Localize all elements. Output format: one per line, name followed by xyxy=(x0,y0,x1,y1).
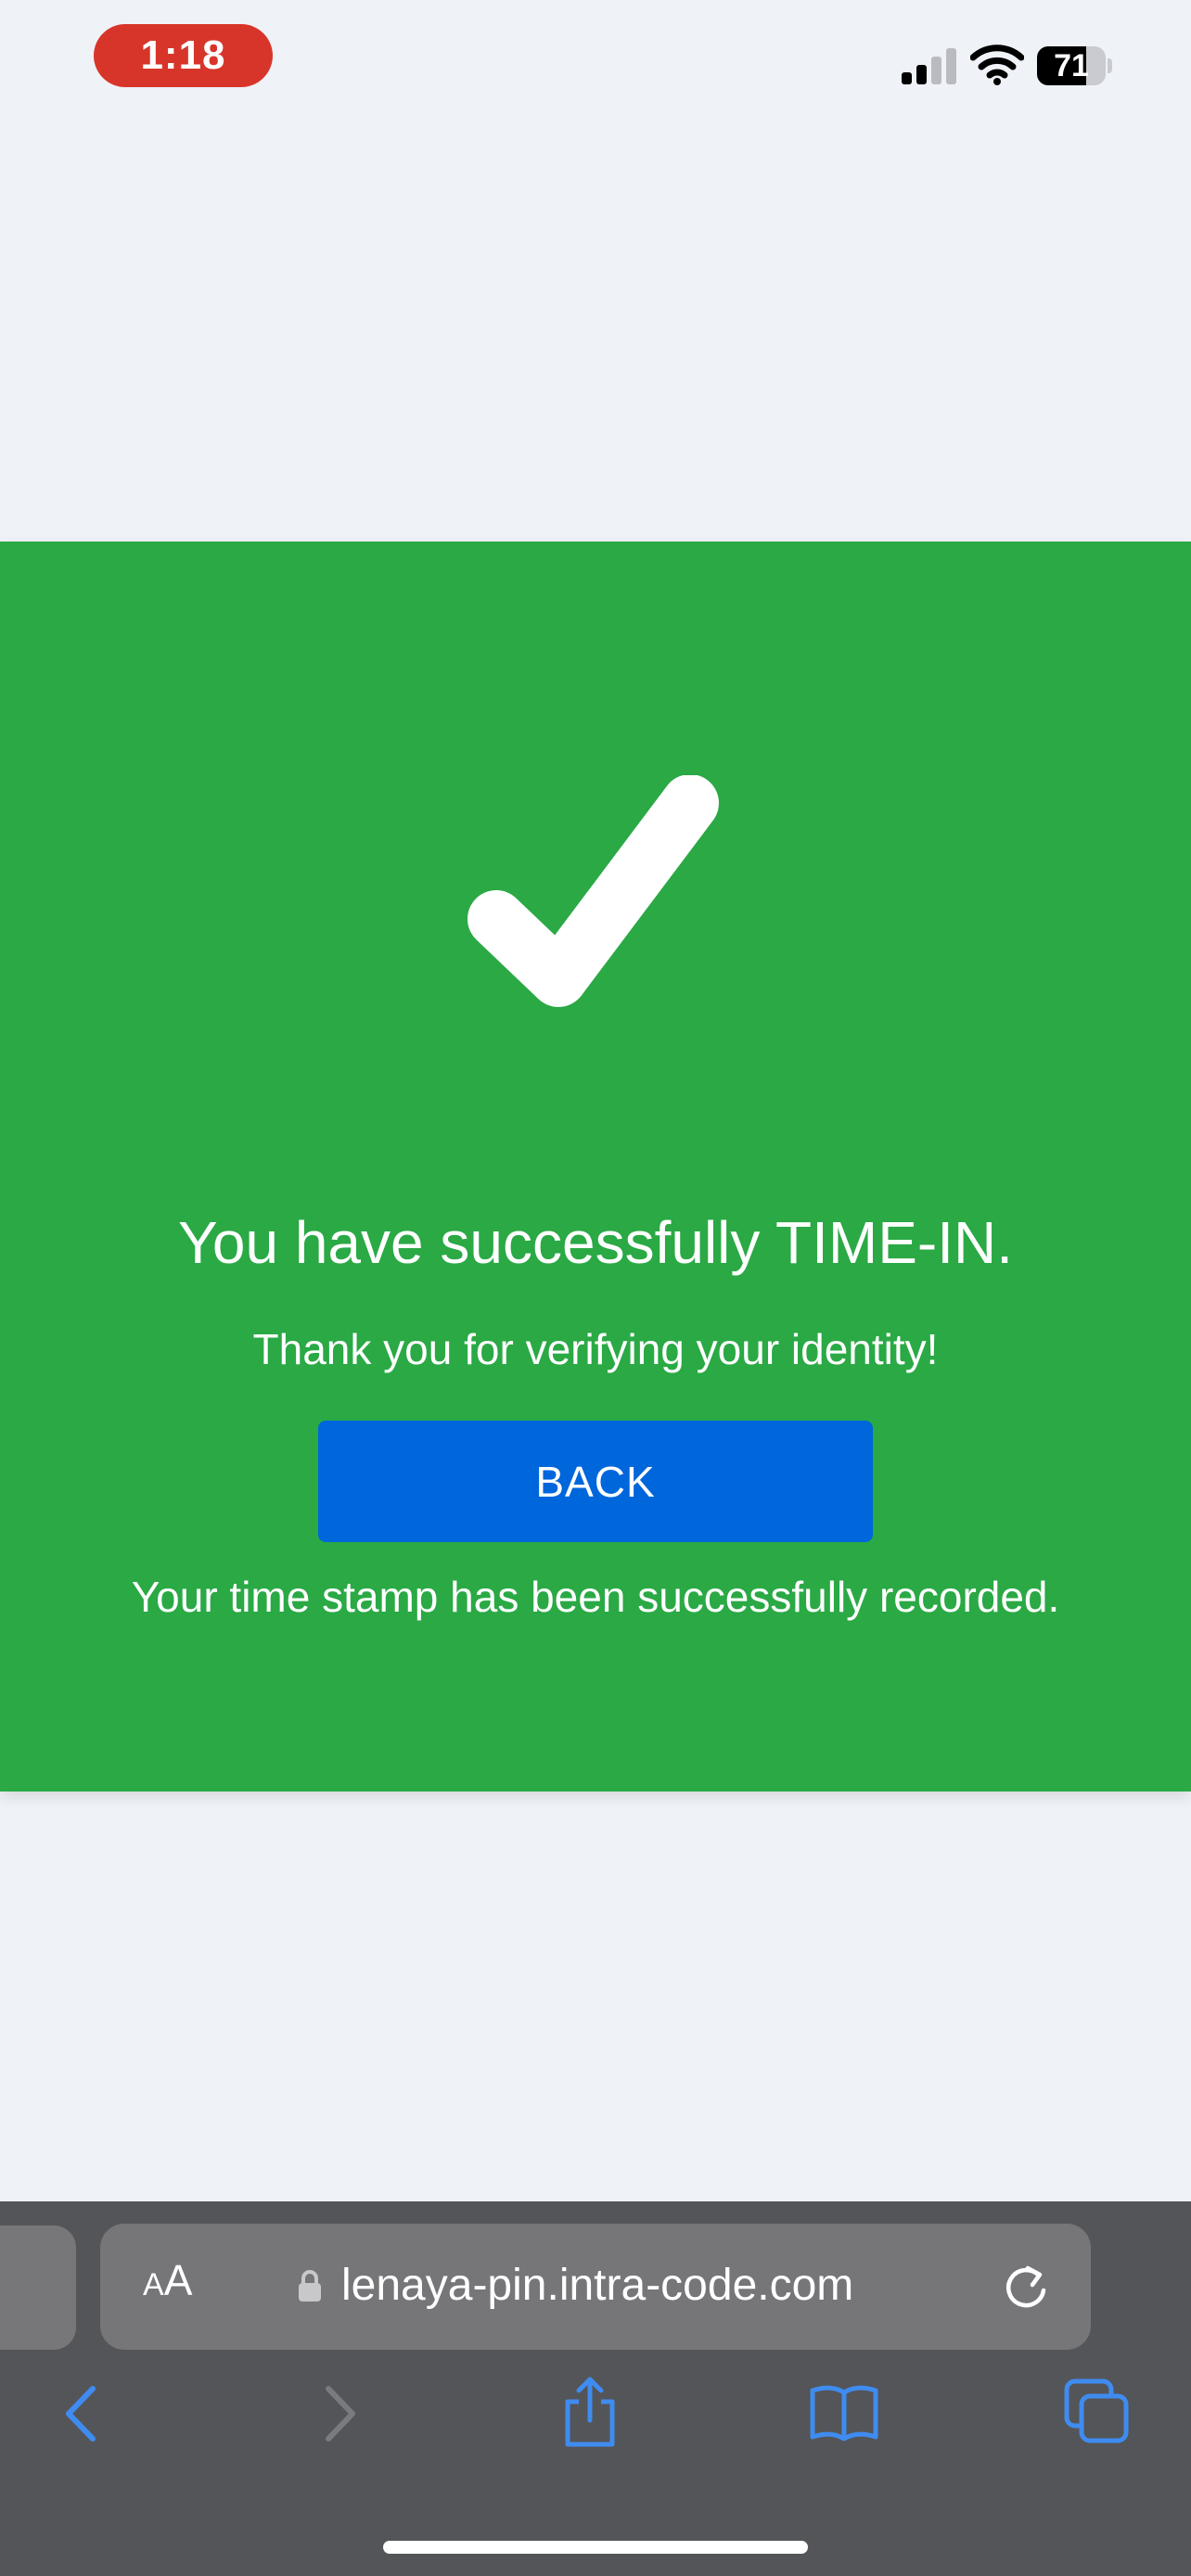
tabs-icon[interactable] xyxy=(1063,2378,1130,2444)
battery-body: 71 xyxy=(1037,46,1106,85)
back-icon[interactable] xyxy=(59,2383,102,2444)
timestamp-note: Your time stamp has been successfully re… xyxy=(131,1573,1060,1621)
back-button[interactable]: BACK xyxy=(318,1421,873,1542)
text-size-small-a: A xyxy=(143,2267,164,2302)
wifi-icon xyxy=(970,45,1024,85)
status-time[interactable]: 1:18 xyxy=(94,24,273,87)
status-bar: 1:18 71 xyxy=(0,0,1191,121)
text-size-button[interactable]: A A xyxy=(143,2255,192,2318)
bookmarks-icon[interactable] xyxy=(809,2383,879,2442)
reload-icon[interactable] xyxy=(1002,2263,1050,2311)
battery-tip xyxy=(1108,58,1112,73)
signal-icon xyxy=(902,48,956,84)
screen: 1:18 71 You have successfully TIME-IN. T… xyxy=(0,0,1191,2576)
browser-bar: A A lenaya-pin.intra-code.com xyxy=(0,2201,1191,2576)
battery-level: 71 xyxy=(1054,47,1089,83)
url-text[interactable]: lenaya-pin.intra-code.com xyxy=(341,2253,853,2318)
previous-tab-preview[interactable] xyxy=(0,2225,76,2350)
lock-icon xyxy=(299,2270,321,2302)
share-icon[interactable] xyxy=(560,2376,620,2448)
battery-icon: 71 xyxy=(1037,46,1112,85)
address-bar[interactable]: A A lenaya-pin.intra-code.com xyxy=(100,2224,1091,2350)
forward-icon[interactable] xyxy=(319,2383,362,2444)
text-size-big-a: A xyxy=(163,2256,193,2304)
home-indicator[interactable] xyxy=(383,2541,808,2554)
success-title: You have successfully TIME-IN. xyxy=(178,1209,1013,1276)
success-subtitle: Thank you for verifying your identity! xyxy=(252,1325,939,1373)
checkmark-icon xyxy=(467,775,719,1007)
